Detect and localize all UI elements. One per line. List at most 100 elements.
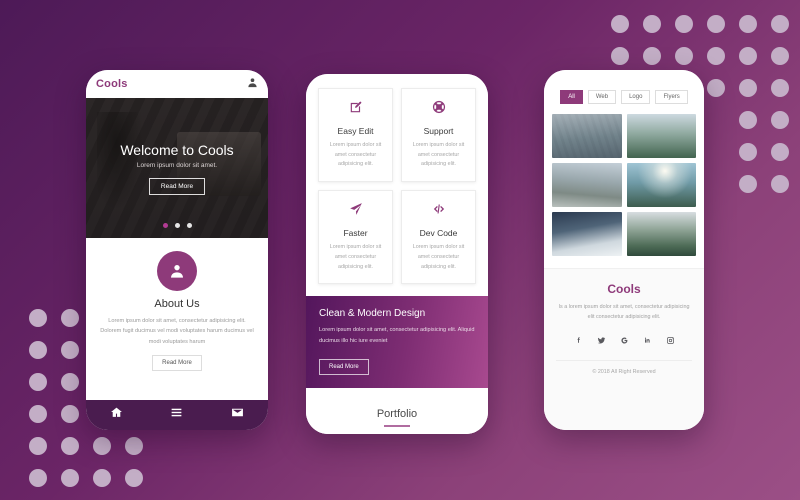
edit-icon [349, 100, 363, 126]
decorative-dot-blank [189, 437, 207, 455]
footer-description: Is a lorem ipsum dolor sit amet, consect… [558, 304, 690, 321]
about-text: Lorem ipsum dolor sit amet, consectetur … [100, 318, 254, 345]
decorative-dot [125, 437, 143, 455]
decorative-dot [771, 15, 789, 33]
about-section: About Us Lorem ipsum dolor sit amet, con… [86, 238, 268, 400]
decorative-dot-blank [707, 111, 725, 129]
filter-button-web[interactable]: Web [587, 90, 617, 104]
twitter-icon[interactable] [597, 332, 606, 350]
facebook-icon[interactable] [574, 332, 583, 350]
feature-card-faster[interactable]: Faster Lorem ipsum dolor sit amet consec… [318, 190, 393, 285]
hero-subtitle: Lorem ipsum dolor sit amet. [136, 161, 218, 169]
decorative-dot [29, 373, 47, 391]
feature-text: Lorem ipsum dolor sit amet consectetur a… [329, 142, 382, 168]
gallery-thumbnail[interactable] [626, 163, 696, 207]
feature-text: Lorem ipsum dolor sit amet consectetur a… [412, 142, 465, 168]
footer-brand-title: Cools [607, 282, 641, 296]
banner-read-more-button[interactable]: Read More [319, 359, 369, 375]
gallery-thumbnail[interactable] [552, 212, 622, 256]
lifebuoy-icon [432, 100, 446, 126]
paper-plane-icon [349, 202, 363, 228]
feature-title: Easy Edit [337, 126, 374, 136]
feature-card-support[interactable]: Support Lorem ipsum dolor sit amet conse… [401, 88, 476, 183]
decorative-dot [739, 175, 757, 193]
decorative-dot [739, 47, 757, 65]
decorative-dot [707, 15, 725, 33]
decorative-dot [93, 437, 111, 455]
instagram-icon[interactable] [666, 332, 675, 350]
carousel-indicators[interactable] [162, 223, 192, 228]
decorative-dot [61, 373, 79, 391]
portfolio-filter-bar: All Web Logo Flyers [544, 70, 704, 114]
decorative-dot [771, 79, 789, 97]
decorative-dot [739, 111, 757, 129]
menu-icon[interactable] [170, 406, 183, 424]
decorative-dot [29, 469, 47, 487]
filter-button-flyers[interactable]: Flyers [655, 90, 688, 104]
avatar [157, 251, 197, 291]
decorative-dot-blank [707, 175, 725, 193]
feature-text: Lorem ipsum dolor sit amet consectetur a… [412, 244, 465, 270]
portfolio-underline [384, 425, 410, 427]
decorative-dot [93, 469, 111, 487]
hero-title: Welcome to Cools [120, 141, 234, 158]
carousel-dot-2[interactable] [174, 223, 180, 228]
google-icon[interactable] [620, 332, 629, 350]
promo-banner: Clean & Modern Design Lorem ipsum dolor … [306, 296, 488, 388]
decorative-dot [611, 47, 629, 65]
feature-card-dev-code[interactable]: Dev Code Lorem ipsum dolor sit amet cons… [401, 190, 476, 285]
decorative-dot [707, 47, 725, 65]
gallery-thumbnail[interactable] [626, 212, 696, 256]
decorative-dot [675, 15, 693, 33]
copyright-text: © 2018 All Right Reserved [556, 359, 692, 375]
social-links [574, 332, 675, 350]
decorative-dot [125, 469, 143, 487]
decorative-dot [61, 405, 79, 423]
decorative-dot [771, 143, 789, 161]
carousel-dot-3[interactable] [186, 223, 192, 228]
gallery-thumbnail[interactable] [626, 114, 696, 158]
carousel-dot-1[interactable] [162, 223, 168, 228]
portfolio-section-header: Portfolio [306, 388, 488, 434]
filter-button-logo[interactable]: Logo [621, 90, 651, 104]
footer: Cools Is a lorem ipsum dolor sit amet, c… [544, 268, 704, 430]
decorative-dot [675, 47, 693, 65]
mail-icon[interactable] [231, 406, 244, 424]
user-icon[interactable] [247, 75, 258, 93]
phone-mockup-features: Easy Edit Lorem ipsum dolor sit amet con… [306, 74, 488, 434]
portfolio-title: Portfolio [376, 408, 418, 420]
decorative-dot-blank [189, 469, 207, 487]
decorative-dot [61, 437, 79, 455]
hero-read-more-button[interactable]: Read More [148, 177, 206, 195]
code-icon [432, 202, 446, 228]
feature-card-easy-edit[interactable]: Easy Edit Lorem ipsum dolor sit amet con… [318, 88, 393, 183]
decorative-dot [29, 437, 47, 455]
feature-text: Lorem ipsum dolor sit amet consectetur a… [329, 244, 382, 270]
decorative-dot-blank [707, 143, 725, 161]
gallery-thumbnail[interactable] [552, 114, 622, 158]
decorative-dot [29, 341, 47, 359]
decorative-dot [29, 309, 47, 327]
decorative-dot-blank [157, 469, 175, 487]
linkedin-icon[interactable] [643, 332, 652, 350]
feature-card-grid: Easy Edit Lorem ipsum dolor sit amet con… [306, 88, 488, 296]
feature-title: Support [423, 126, 454, 136]
filter-button-all[interactable]: All [560, 90, 583, 104]
decorative-dot [771, 47, 789, 65]
home-icon[interactable] [110, 406, 123, 424]
phone-mockup-portfolio: All Web Logo Flyers Cools Is a lorem ips… [544, 70, 704, 430]
decorative-dot [643, 15, 661, 33]
decorative-dot [771, 111, 789, 129]
decorative-dot [61, 341, 79, 359]
decorative-dot [771, 175, 789, 193]
decorative-dot [643, 47, 661, 65]
decorative-dot [61, 309, 79, 327]
app-logo: Cools [96, 78, 128, 90]
about-title: About Us [154, 298, 200, 310]
feature-title: Dev Code [419, 228, 458, 239]
about-read-more-button[interactable]: Read More [152, 355, 202, 372]
bottom-navigation [86, 400, 268, 430]
decorative-dot-blank [157, 437, 175, 455]
gallery-thumbnail[interactable] [552, 163, 622, 207]
hero-carousel: Welcome to Cools Lorem ipsum dolor sit a… [86, 98, 268, 238]
